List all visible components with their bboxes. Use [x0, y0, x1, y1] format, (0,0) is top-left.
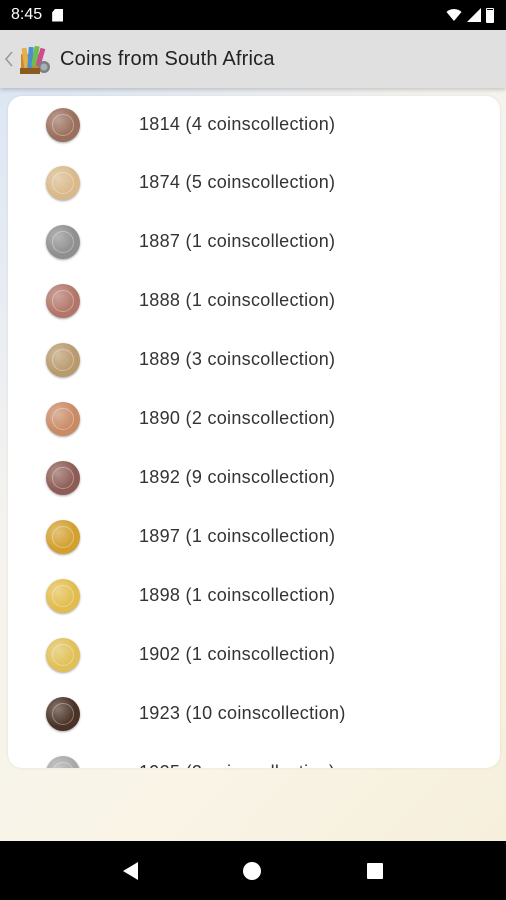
- app-logo-icon[interactable]: [18, 42, 52, 76]
- coin-year-label: 1897 (1 coinscollection): [139, 526, 336, 546]
- page-title: Coins from South Africa: [60, 47, 275, 70]
- coin-list-item[interactable]: 1923 (10 coinscollection): [8, 684, 500, 743]
- coin-year-label: 1874 (5 coinscollection): [139, 172, 336, 192]
- chevron-left-icon[interactable]: [4, 49, 14, 69]
- coin-year-label: 1902 (1 coinscollection): [139, 644, 336, 664]
- coin-list-card: 1814 (4 coinscollection) 1874 (5 coinscol…: [8, 96, 500, 768]
- coin-list: 1814 (4 coinscollection) 1874 (5 coinscol…: [8, 96, 500, 768]
- coin-thumbnail-icon: [46, 519, 80, 554]
- coin-year-label: 1889 (3 coinscollection): [139, 349, 336, 369]
- coin-year-label: 1887 (1 coinscollection): [139, 231, 336, 251]
- status-icons: [446, 7, 494, 23]
- coin-thumbnail-icon: [46, 165, 80, 200]
- coin-list-item[interactable]: 1890 (2 coinscollection): [8, 389, 500, 448]
- battery-icon: [486, 7, 494, 23]
- coin-thumbnail-icon: [46, 107, 80, 142]
- coin-year-label: 1888 (1 coinscollection): [139, 290, 336, 310]
- nav-home-icon[interactable]: [243, 861, 262, 880]
- coin-thumbnail-icon: [46, 755, 80, 768]
- coin-thumbnail-icon: [46, 342, 80, 377]
- coin-year-label: 1814 (4 coinscollection): [139, 114, 336, 134]
- signal-icon: [467, 8, 481, 22]
- wifi-icon: [446, 9, 462, 21]
- nav-recents-icon[interactable]: [367, 862, 384, 879]
- coin-list-item[interactable]: 1887 (1 coinscollection): [8, 212, 500, 271]
- status-time: 8:45: [11, 6, 43, 23]
- coin-thumbnail-icon: [46, 460, 80, 495]
- sim-card-icon: [52, 8, 64, 22]
- coin-thumbnail-icon: [46, 578, 80, 613]
- coin-list-item[interactable]: 1898 (1 coinscollection): [8, 566, 500, 625]
- coin-year-label: 1925 (2 coinscollection): [139, 762, 335, 768]
- coin-thumbnail-icon: [46, 283, 80, 318]
- coin-list-item[interactable]: 1874 (5 coinscollection): [8, 153, 500, 212]
- app-bar: Coins from South Africa: [0, 30, 506, 88]
- coin-thumbnail-icon: [46, 637, 80, 672]
- coin-year-label: 1923 (10 coinscollection): [139, 703, 346, 723]
- coin-thumbnail-icon: [46, 224, 80, 259]
- coin-list-item[interactable]: 1902 (1 coinscollection): [8, 625, 500, 684]
- nav-back-icon[interactable]: [122, 861, 138, 880]
- coin-list-item[interactable]: 1888 (1 coinscollection): [8, 271, 500, 330]
- coin-year-label: 1890 (2 coinscollection): [139, 408, 336, 428]
- coin-list-item[interactable]: 1814 (4 coinscollection): [8, 96, 500, 153]
- coin-thumbnail-icon: [46, 696, 80, 731]
- coin-year-label: 1898 (1 coinscollection): [139, 585, 336, 605]
- coin-list-item[interactable]: 1889 (3 coinscollection): [8, 330, 500, 389]
- coin-list-item[interactable]: 1892 (9 coinscollection): [8, 448, 500, 507]
- coin-list-item[interactable]: 1925 (2 coinscollection): [8, 743, 500, 768]
- navigation-bar: [0, 841, 506, 900]
- coin-thumbnail-icon: [46, 401, 80, 436]
- coin-year-label: 1892 (9 coinscollection): [139, 467, 336, 487]
- coin-list-item[interactable]: 1897 (1 coinscollection): [8, 507, 500, 566]
- status-bar: 8:45: [0, 0, 506, 30]
